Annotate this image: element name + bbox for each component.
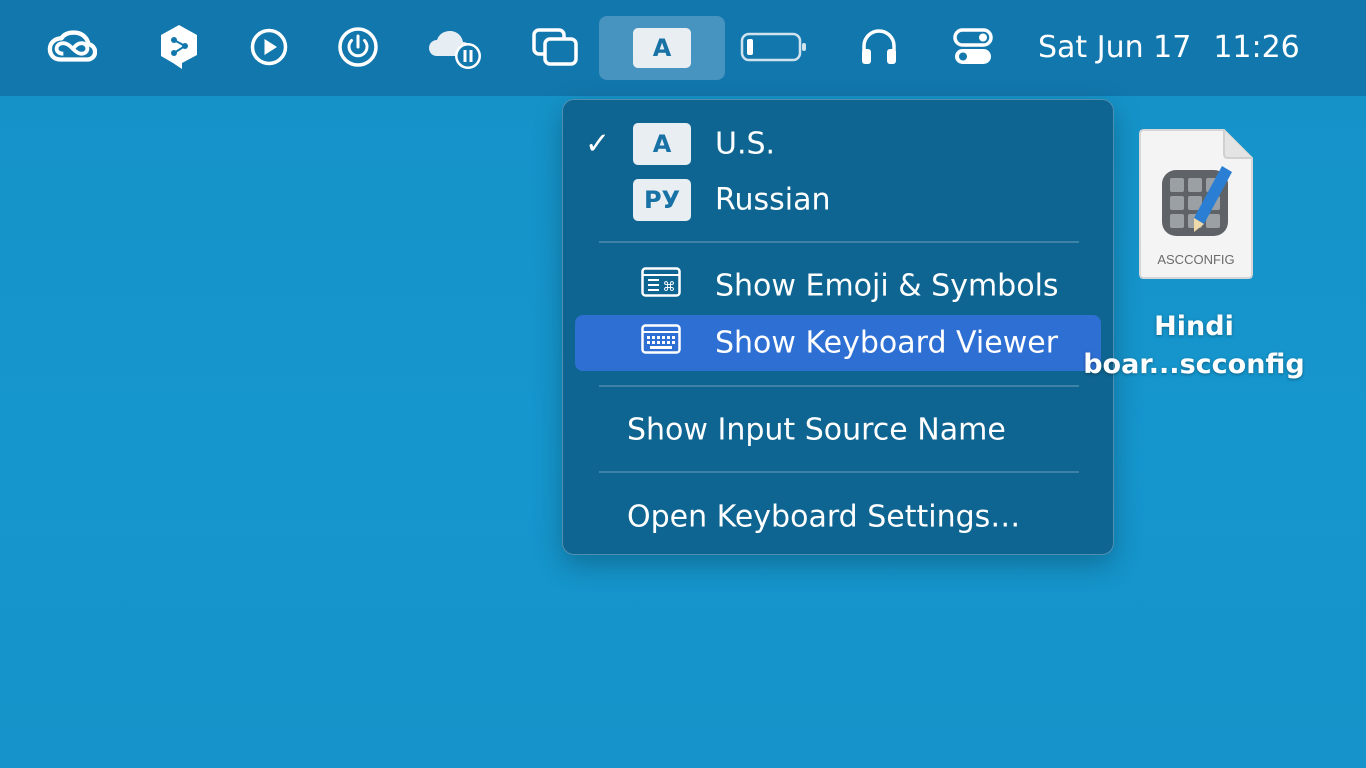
menu-item-open-keyboard-settings[interactable]: Open Keyboard Settings… [575,489,1101,545]
menu-item-label: Open Keyboard Settings… [627,499,1021,535]
menu-item-label: Show Keyboard Viewer [715,325,1059,361]
battery-icon[interactable] [740,22,810,72]
menu-bar: A Sat Jun 17 11:26 [0,0,1366,96]
menu-item-label: Show Input Source Name [627,412,1006,448]
menu-separator [599,385,1079,387]
control-center-icon[interactable] [948,22,998,72]
deepl-icon[interactable] [154,22,204,72]
menu-item-label: Russian [715,182,831,218]
window-switcher-icon[interactable] [530,22,580,72]
menu-item-show-input-source-name[interactable]: Show Input Source Name [575,402,1101,458]
emoji-symbols-icon: ⌘ [641,267,681,305]
russian-source-badge: РУ [633,179,691,221]
file-name-line2: boar...scconfig [1083,349,1305,380]
menu-bar-clock[interactable]: Sat Jun 17 11:26 [1038,26,1300,68]
us-source-badge: A [633,123,691,165]
keyboard-viewer-icon [641,324,681,362]
menu-item-us[interactable]: ✓ A U.S. [575,116,1101,172]
headphones-icon[interactable] [854,22,904,72]
play-circle-icon[interactable] [244,22,294,72]
input-source-badge: A [633,28,691,68]
svg-text:⌘: ⌘ [663,280,676,295]
input-source-menu-button[interactable]: A [599,16,725,80]
input-source-dropdown-menu: ✓ A U.S. РУ Russian ⌘ Show Emoji & Symbo… [562,99,1114,555]
menu-item-label: U.S. [715,126,776,162]
date-text: Sat Jun 17 [1038,29,1192,65]
power-icon[interactable] [333,22,383,72]
ascconfig-file-icon[interactable]: ASCCONFIG [1138,128,1254,280]
time-text: 11:26 [1213,29,1300,65]
checkmark-icon: ✓ [585,126,611,162]
file-name-line1: Hindi [1154,311,1234,342]
menu-separator [599,471,1079,473]
menu-item-russian[interactable]: РУ Russian [575,172,1101,228]
file-type-label: ASCCONFIG [1157,252,1234,267]
menu-separator [599,241,1079,243]
menu-item-label: Show Emoji & Symbols [715,268,1059,304]
menu-item-show-emoji-symbols[interactable]: ⌘ Show Emoji & Symbols [575,258,1101,314]
desktop-file-name[interactable]: Hindi boar...scconfig [1064,308,1324,384]
creative-cloud-icon[interactable] [47,22,97,72]
menu-item-show-keyboard-viewer[interactable]: Show Keyboard Viewer [575,315,1101,371]
cloud-sync-paused-icon[interactable] [426,22,486,72]
